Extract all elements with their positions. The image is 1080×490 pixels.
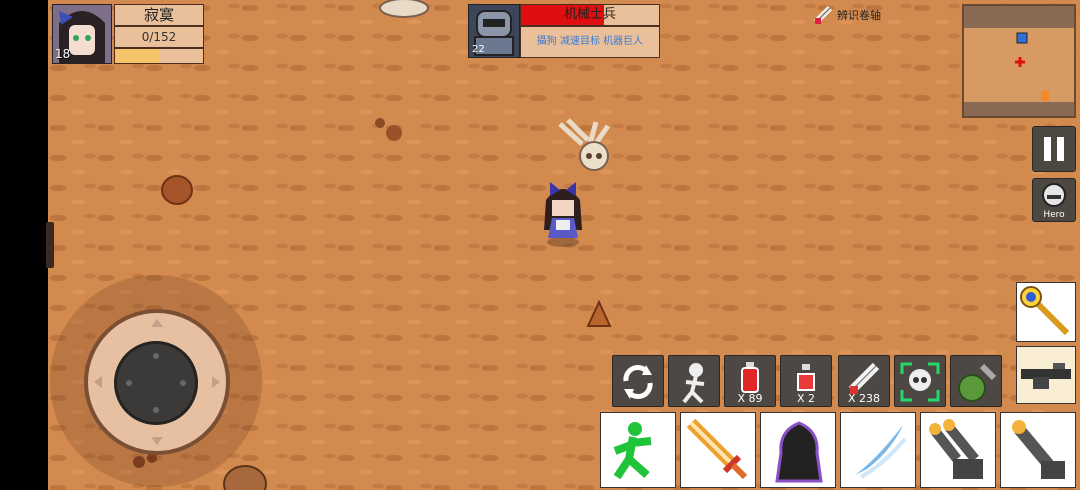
grenade-axe-icon [958,363,997,402]
item-slot[interactable]: X 89 [724,355,776,407]
skill-slot-wind[interactable] [840,412,916,488]
red-potion-small-icon [797,364,815,391]
skeleton-remains-icon [558,118,611,171]
sword-icon [687,419,748,480]
enemy-target-panel: 22 机械士兵 攝狗 减速目标 机器巨人 [468,4,660,58]
enemy-avatar[interactable]: 22 [468,4,520,58]
pebble-icon [375,118,402,141]
minimap-wall [964,102,1074,116]
item-count: X 2 [796,392,816,405]
skeleton-icon [682,363,705,404]
enemy-traits: 攝狗 减速目标 机器巨人 [520,26,660,58]
target-skull-icon [900,362,940,402]
joystick-knob[interactable] [114,341,198,425]
rock-icon [586,300,612,327]
item-slot[interactable] [950,355,1002,407]
player-exp-bar-fill [115,49,159,63]
magic-staff-icon [1020,286,1070,336]
player-exp-bar [114,48,204,64]
rock-icon [161,175,193,205]
minimap[interactable] [962,4,1076,118]
minimap-player-icon [1041,91,1049,101]
player-character-icon [544,182,582,247]
enemy-health-bar: 机械士兵 [520,4,660,26]
enemy-name: 机械士兵 [563,7,616,22]
joystick-knob-dots-icon [126,353,186,413]
item-slot[interactable]: X 238 [838,355,890,407]
skill-slot-shadow[interactable] [760,412,836,488]
barrel-icon [223,465,267,490]
player-status-panel: 18 寂寞 0/152 [52,4,204,64]
weapon-slot-gun[interactable] [1016,346,1076,404]
weapon-slot-staff[interactable] [1016,282,1076,342]
pause-button[interactable] [1032,126,1076,172]
hero-button-label: Hero [1043,210,1065,220]
item-count: X 89 [737,392,763,405]
scroll-icon [814,6,833,24]
minimap-enemy-icon [1016,32,1028,44]
shadow-figure-icon [775,421,823,483]
red-potion-icon [741,362,759,393]
player-exp-text: 0/152 [114,26,204,48]
item-slot[interactable] [894,355,946,407]
skill-slot-cannon[interactable] [1000,412,1076,488]
enemy-level: 22 [472,44,485,55]
hero-button[interactable]: Hero [1032,178,1076,222]
item-slot[interactable] [668,355,720,407]
hero-helmet-icon [1042,183,1066,207]
cannon-icon [1012,420,1065,479]
pause-icon [1044,137,1064,161]
scroll-label: 辨识卷轴 [837,9,881,22]
minimap-wall [964,6,1074,28]
identify-scroll-indicator[interactable]: 辨识卷轴 [814,6,881,24]
player-level: 18 [55,47,71,61]
green-runner-icon [613,422,652,480]
wind-slash-icon [855,425,907,479]
item-count: X 238 [847,392,881,405]
skill-slot-dash[interactable] [600,412,676,488]
player-name: 寂寞 [114,4,204,26]
item-slot[interactable]: X 2 [780,355,832,407]
heavy-gun-icon [1021,363,1071,389]
skeleton-remains-icon [379,0,429,18]
scroll-icon [848,362,880,394]
player-avatar[interactable]: 18 [52,4,112,64]
side-drawer-handle[interactable] [46,222,54,268]
skill-slot-sword[interactable] [680,412,756,488]
refresh-icon [623,365,653,399]
double-cannon-icon [929,419,983,479]
skill-slot-double-cannon[interactable] [920,412,996,488]
swap-button[interactable] [612,355,664,407]
minimap-target-icon [1015,57,1025,67]
